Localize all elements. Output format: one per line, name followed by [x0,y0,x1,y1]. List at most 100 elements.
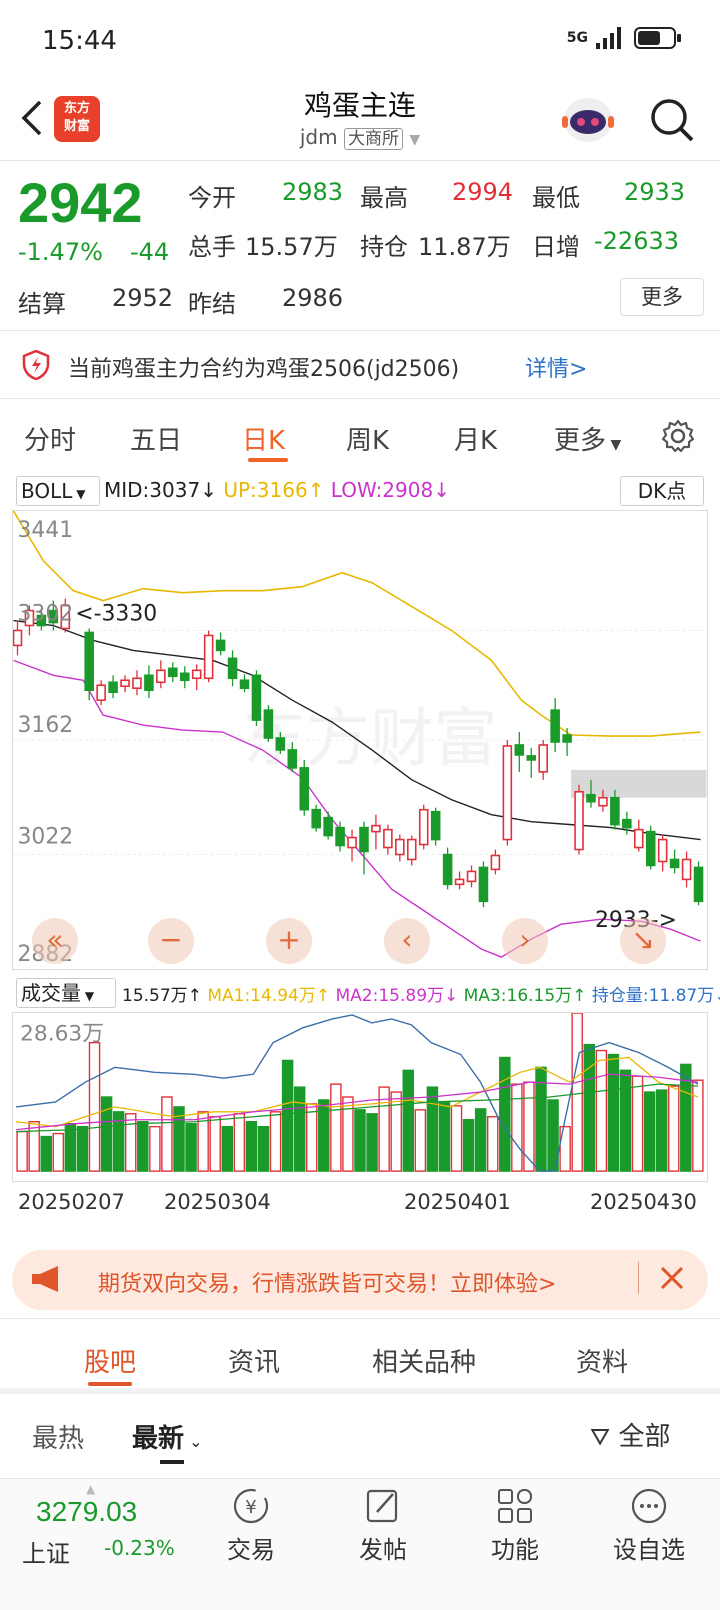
volume-bar [305,1103,318,1172]
volume-bar [486,1116,499,1172]
volume-bar [28,1121,40,1172]
sort-hot[interactable]: 最热 [32,1418,84,1455]
candle-body [191,669,202,680]
nav-post[interactable]: 发帖 [338,1486,428,1565]
tab-news[interactable]: 资讯 [228,1342,280,1379]
nav-add-watchlist[interactable]: 设自选 [594,1486,704,1565]
notice-detail-link[interactable]: 详情> [525,351,587,383]
boll-low: LOW:2908 [330,478,434,502]
volume-bars [16,1013,704,1172]
candle-body [693,866,704,903]
scroll-right-fast-button[interactable]: ↘ [620,918,666,964]
volume-bar [426,1086,439,1172]
volume-bar [281,1059,294,1172]
volume-bar [137,1121,149,1172]
candle-body [347,836,357,849]
date-label-4: 20250430 [590,1190,697,1214]
volume-bar [209,1116,221,1172]
oi-value: 11.87万 [418,233,511,261]
high-value: 2994 [452,178,514,206]
open-label: 今开 [188,184,236,212]
signal-icon [596,27,621,49]
indicator-select[interactable]: BOLL ▼ [16,476,100,506]
candle-body [406,838,417,861]
index-value[interactable]: 3279.03 [36,1496,137,1528]
scroll-right-button[interactable]: › [502,918,548,964]
status-time: 15:44 [42,26,117,56]
dk-point-button[interactable]: DK点 [620,476,704,506]
candle-body [132,677,142,690]
candle-body [550,709,560,743]
tab-info[interactable]: 资料 [576,1342,628,1379]
volume-bar [233,1113,246,1172]
volume-bar [40,1135,52,1172]
candlestick-chart[interactable]: 东方财富 3441 3302 <-3330 3162 3022 2882 293… [12,510,708,970]
candle-body [299,767,310,811]
candle-body [657,838,668,863]
change-amount: -44 [130,238,170,266]
gear-icon[interactable] [660,418,696,454]
candle-body [84,631,94,692]
candle-body [502,745,513,841]
candle-body [239,679,250,690]
assistant-robot-icon[interactable] [560,92,616,148]
promo-banner-text[interactable]: 期货双向交易，行情涨跌皆可交易！立即体验> [98,1266,556,1298]
chevron-down-icon: ▼ [409,132,421,148]
volume-bar [655,1089,668,1172]
volume-bar [245,1121,258,1172]
volume-bar [402,1069,415,1172]
candle-body [215,639,226,652]
date-label-1: 20250207 [18,1190,125,1214]
volume-bar [269,1111,282,1172]
candle-body [263,709,274,739]
close-icon[interactable] [656,1262,688,1294]
volume-bar [88,1041,101,1172]
filter-all-button[interactable]: ⛛ 全部 [590,1416,670,1453]
volume-bar [692,1079,704,1172]
candle-body [562,734,572,743]
candle-body [168,667,178,678]
content-tab-indicator [88,1382,132,1386]
tab-five-day[interactable]: 五日 [130,420,182,457]
candle-body [490,854,501,871]
tab-intraday[interactable]: 分时 [24,420,76,457]
zoom-in-button[interactable]: + [266,918,312,964]
tab-more[interactable]: 更多 ▼ [554,420,621,457]
tab-monthly-k[interactable]: 月K [454,420,497,457]
volume-bar [462,1119,475,1172]
tab-related[interactable]: 相关品种 [372,1342,476,1379]
yen-coin-icon: ¥ [233,1488,269,1524]
zoom-out-button[interactable]: − [148,918,194,964]
candle-body [251,674,262,721]
volume-bar [511,1083,523,1172]
volume-bar [366,1113,378,1172]
index-change[interactable]: -0.23% [104,1536,175,1560]
volume-bar [631,1075,644,1172]
candle-body [275,737,286,751]
nav-trade[interactable]: ¥ 交易 [206,1486,296,1565]
nav-functions[interactable]: 功能 [470,1486,560,1565]
sort-latest[interactable]: 最新 ⌄ [132,1418,203,1455]
y-label-1: 3441 [17,518,73,543]
search-icon[interactable] [648,96,696,144]
last-price: 2942 [18,171,143,234]
more-quote-button[interactable]: 更多 [620,278,704,316]
volume-bar [16,1130,28,1172]
megaphone-icon [32,1266,58,1292]
more-dots-icon [631,1488,667,1524]
expand-up-icon[interactable]: ▲ [86,1482,95,1496]
scroll-left-button[interactable]: ‹ [384,918,430,964]
candle-body [383,828,393,849]
candle-body [574,790,584,851]
volume-bar [185,1122,197,1172]
volume-indicator-select[interactable]: 成交量 ▼ [16,978,116,1008]
tab-weekly-k[interactable]: 周K [346,420,389,457]
settle-label: 结算 [18,290,66,318]
candle-body [227,657,238,680]
index-name[interactable]: 上证 [22,1534,70,1569]
scroll-left-fast-button[interactable]: « [32,918,78,964]
volume-label: 总手 [188,233,236,261]
tab-daily-k[interactable]: 日K [242,420,285,457]
candle-body [156,669,166,684]
tab-forum[interactable]: 股吧 [84,1342,136,1379]
